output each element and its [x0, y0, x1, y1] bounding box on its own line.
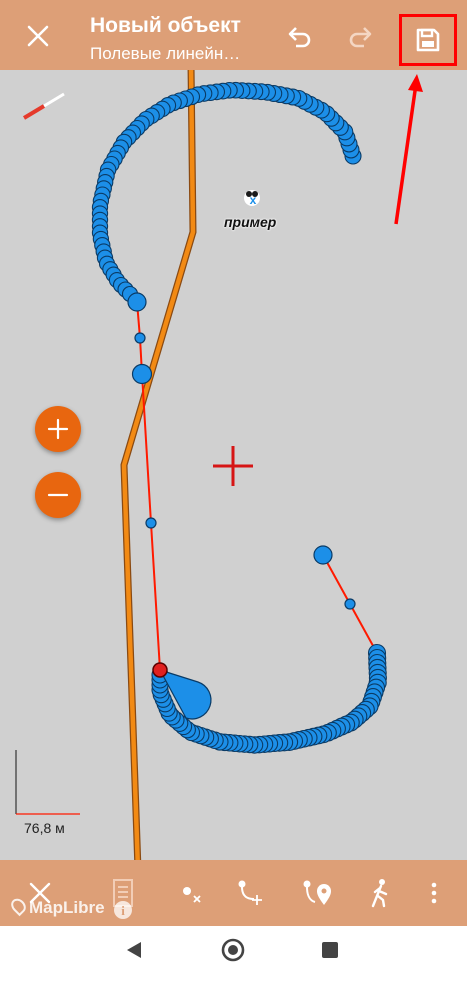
save-icon: [416, 28, 440, 52]
map-attribution: MapLibre: [8, 895, 105, 918]
scale-bar: [15, 750, 80, 815]
info-button[interactable]: i: [113, 900, 133, 920]
scale-label: 76,8 м: [24, 820, 65, 836]
home-icon[interactable]: [220, 937, 246, 963]
poi-marker-icon[interactable]: x: [244, 190, 260, 207]
page-subtitle: Полевые линейн…: [90, 44, 241, 63]
track-points-top: [91, 81, 362, 303]
page-title: Новый объект: [90, 14, 241, 37]
attribution-text: MapLibre: [29, 898, 105, 917]
undo-icon: [288, 27, 311, 48]
crosshair-icon: [213, 446, 253, 486]
more-options-button[interactable]: [420, 860, 448, 926]
system-nav-bar: [0, 926, 467, 982]
map-view[interactable]: x пример 76,8 м: [0, 70, 467, 860]
selected-track-point[interactable]: [152, 662, 168, 678]
svg-text:i: i: [121, 903, 125, 918]
poi-label: пример: [224, 214, 277, 230]
recents-icon[interactable]: [321, 941, 339, 959]
map-canvas[interactable]: x: [0, 70, 467, 860]
walk-mode-button[interactable]: [364, 860, 396, 926]
track-point[interactable]: [145, 517, 157, 529]
minus-icon: [47, 493, 69, 497]
walking-person-icon: [371, 879, 388, 908]
app-toolbar: Новый объект Полевые линейн…: [0, 0, 467, 70]
redo-icon: [349, 27, 372, 48]
road-line-inner: [121, 70, 196, 860]
close-button[interactable]: [18, 16, 58, 56]
route-pin-icon: [303, 880, 331, 905]
redo-button[interactable]: [342, 18, 380, 56]
track-point[interactable]: [131, 363, 153, 385]
add-point-button[interactable]: [232, 860, 268, 926]
add-waypoint-button[interactable]: [296, 860, 336, 926]
undo-button[interactable]: [280, 18, 318, 56]
track-point[interactable]: [134, 332, 146, 344]
zoom-in-button[interactable]: [35, 406, 81, 452]
info-icon: i: [114, 901, 132, 919]
bottom-toolbar: MapLibre i: [0, 860, 467, 926]
location-pin-icon: [8, 895, 29, 917]
plus-icon: [47, 418, 69, 440]
compass-icon[interactable]: [22, 92, 65, 120]
track-point[interactable]: [313, 545, 333, 565]
close-icon: [27, 25, 49, 47]
track-point[interactable]: [127, 292, 147, 312]
annotation-arrow: [394, 74, 423, 225]
back-icon[interactable]: [124, 940, 144, 960]
more-vertical-icon: [431, 882, 437, 904]
add-route-point-icon: [238, 880, 262, 905]
delete-point-button[interactable]: [176, 860, 206, 926]
remove-point-icon: [183, 887, 201, 903]
track-point[interactable]: [344, 598, 356, 610]
svg-text:x: x: [250, 193, 257, 207]
save-button[interactable]: [399, 14, 457, 66]
zoom-out-button[interactable]: [35, 472, 81, 518]
